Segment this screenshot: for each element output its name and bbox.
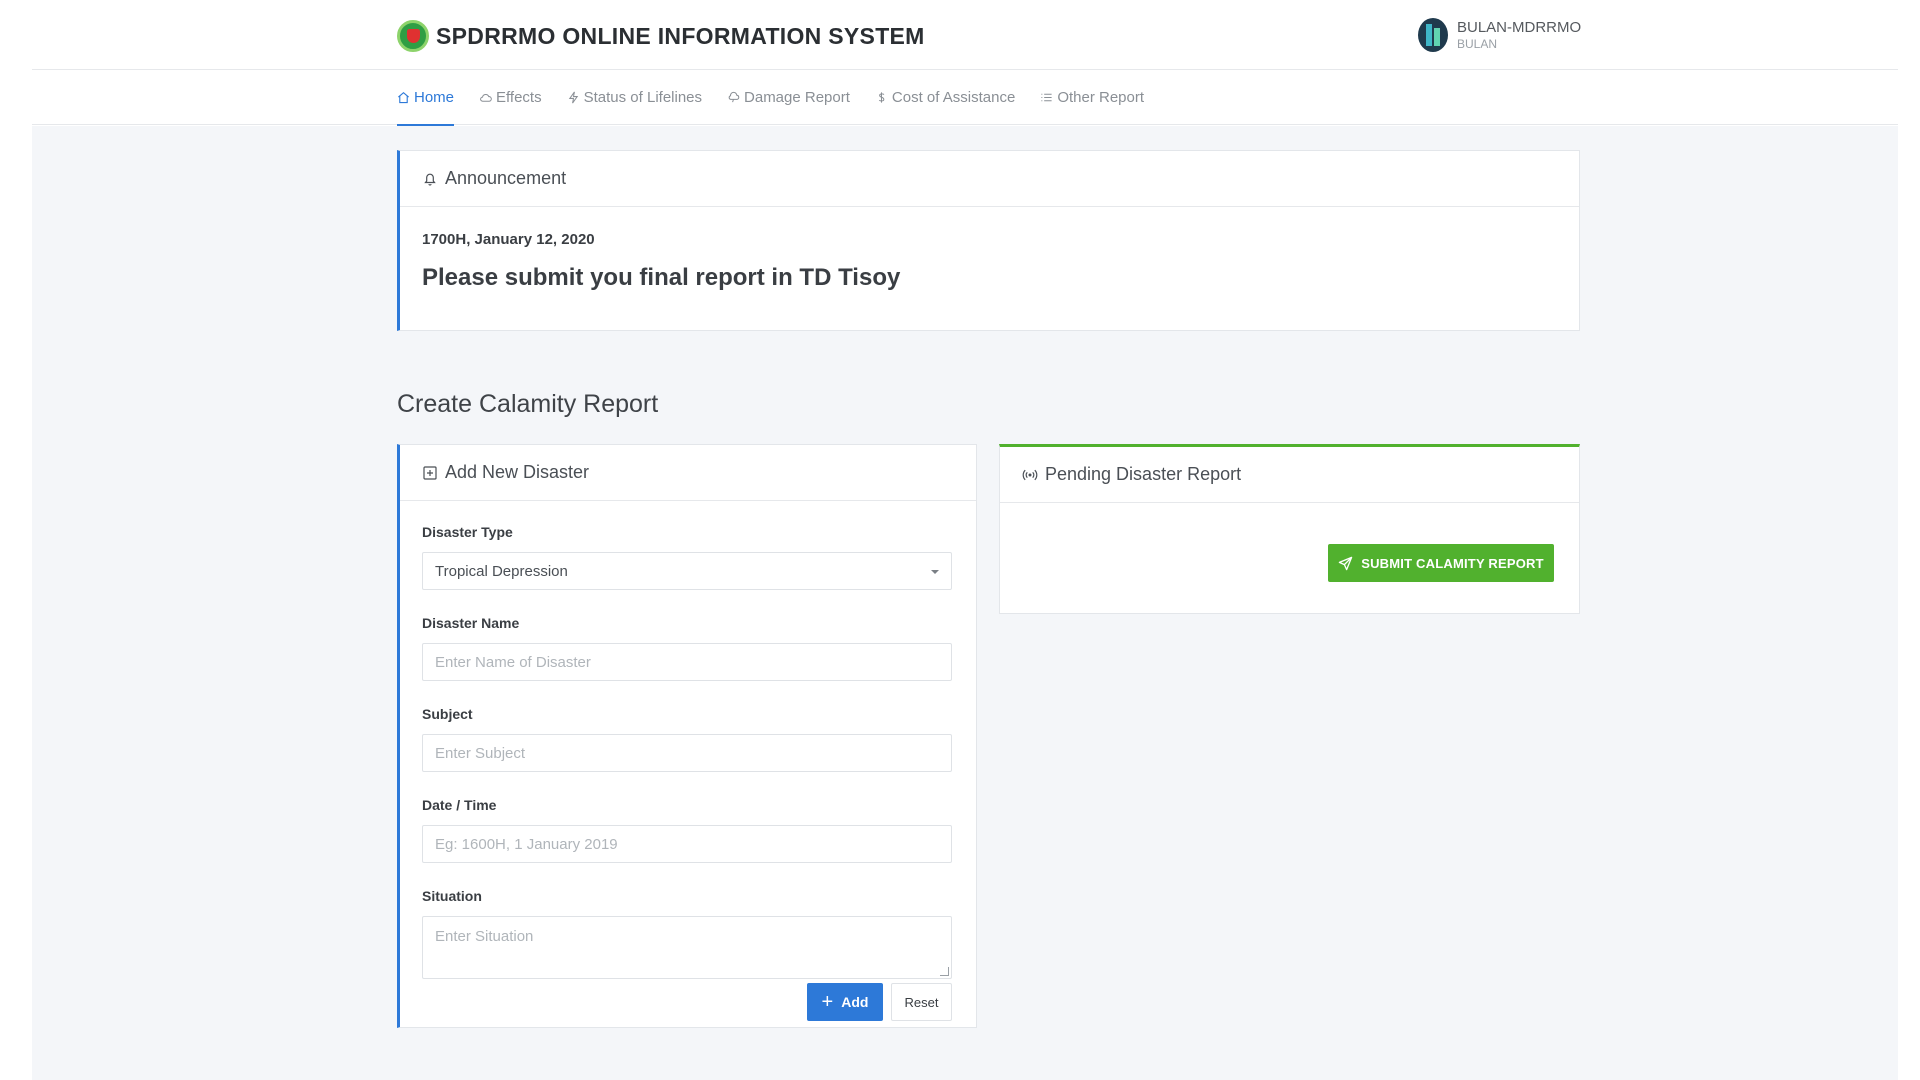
page: SPDRRMO ONLINE INFORMATION SYSTEM BULAN-… [32, 0, 1898, 1080]
send-icon [1338, 556, 1353, 570]
storm-cloud-icon [728, 91, 740, 103]
disaster-name-label: Disaster Name [422, 615, 520, 631]
nav-other-label: Other Report [1057, 89, 1145, 106]
plus-square-icon [423, 465, 437, 480]
pending-report-title: Pending Disaster Report [1045, 464, 1242, 484]
bell-icon [424, 173, 436, 186]
disaster-name-input[interactable]: Enter Name of Disaster [422, 643, 952, 681]
cloud-icon [480, 94, 492, 102]
disaster-type-value: Tropical Depression [435, 562, 568, 580]
nav-cost-label: Cost of Assistance [891, 89, 1016, 106]
lightning-icon [568, 91, 578, 104]
spdrrmo-logo-icon [397, 20, 429, 52]
main-content: Announcement 1700H, January 12, 2020 Ple… [32, 126, 1898, 1080]
subject-input[interactable]: Enter Subject [422, 734, 952, 772]
user-info: BULAN-MDRRMO BULAN [1457, 19, 1581, 52]
subject-placeholder: Enter Subject [435, 744, 526, 762]
datetime-input[interactable]: Eg: 1600H, 1 January 2019 [422, 825, 952, 863]
disaster-name-placeholder: Enter Name of Disaster [435, 653, 591, 671]
nav-effects-label: Effects [496, 89, 542, 106]
nav-cost-of-assistance[interactable]: Cost of Assistance [875, 70, 1015, 125]
add-disaster-header: Add New Disaster [400, 445, 976, 501]
disaster-type-label: Disaster Type [422, 524, 513, 540]
user-name: BULAN-MDRRMO [1457, 18, 1582, 36]
dollar-icon [878, 92, 885, 103]
submit-button-label: SUBMIT CALAMITY REPORT [1361, 555, 1544, 571]
nav-other-report[interactable]: Other Report [1040, 70, 1144, 125]
datetime-label: Date / Time [422, 797, 497, 813]
nav-status-of-lifelines[interactable]: Status of Lifelines [567, 70, 702, 125]
user-subtitle: BULAN [1457, 36, 1498, 51]
app-title: SPDRRMO ONLINE INFORMATION SYSTEM [436, 22, 925, 49]
announcement-date: 1700H, January 12, 2020 [422, 231, 595, 248]
announcement-header: Announcement [400, 151, 1579, 207]
add-disaster-title: Add New Disaster [445, 462, 590, 482]
nav-tabs: Home Effects Status of Lifelines Damage … [397, 70, 1169, 126]
situation-textarea[interactable]: Enter Situation [422, 916, 952, 979]
subject-label: Subject [422, 706, 473, 722]
plus-icon: + [821, 991, 834, 1013]
nav-home[interactable]: Home [397, 70, 455, 126]
section-title: Create Calamity Report [397, 390, 659, 418]
reset-button[interactable]: Reset [891, 983, 952, 1021]
top-header: SPDRRMO ONLINE INFORMATION SYSTEM BULAN-… [32, 0, 1898, 70]
list-icon [1041, 93, 1052, 102]
nav-status-label: Status of Lifelines [583, 89, 703, 106]
form-actions: + Add Reset [807, 983, 952, 1021]
nav-effects[interactable]: Effects [479, 70, 542, 125]
announcement-message: Please submit you final report in TD Tis… [422, 264, 901, 291]
submit-calamity-report-button[interactable]: SUBMIT CALAMITY REPORT [1328, 544, 1554, 582]
nav-damage-label: Damage Report [744, 89, 850, 106]
pending-report-header: Pending Disaster Report [1000, 447, 1579, 503]
add-disaster-card: Add New Disaster Disaster Type Tropical … [397, 444, 977, 1028]
avatar [1418, 18, 1448, 52]
broadcast-icon [1022, 469, 1038, 480]
situation-label: Situation [422, 888, 482, 904]
reset-button-label: Reset [904, 994, 939, 1010]
pending-report-card: Pending Disaster Report SUBMIT CALAMITY … [999, 444, 1580, 614]
main-nav: Home Effects Status of Lifelines Damage … [32, 70, 1898, 126]
user-menu[interactable]: BULAN-MDRRMO BULAN [1418, 18, 1581, 52]
disaster-type-select[interactable]: Tropical Depression [422, 552, 952, 590]
datetime-placeholder: Eg: 1600H, 1 January 2019 [435, 835, 618, 853]
add-disaster-form: Disaster Type Tropical Depression Disast… [422, 523, 952, 1021]
nav-home-label: Home [414, 89, 455, 106]
home-icon [398, 91, 409, 104]
add-button[interactable]: + Add [807, 983, 883, 1021]
situation-placeholder: Enter Situation [435, 928, 534, 945]
add-button-label: Add [841, 994, 869, 1010]
announcement-card: Announcement 1700H, January 12, 2020 Ple… [397, 150, 1580, 331]
brand[interactable]: SPDRRMO ONLINE INFORMATION SYSTEM [397, 20, 925, 52]
announcement-title: Announcement [445, 168, 567, 188]
nav-damage-report[interactable]: Damage Report [727, 70, 850, 125]
